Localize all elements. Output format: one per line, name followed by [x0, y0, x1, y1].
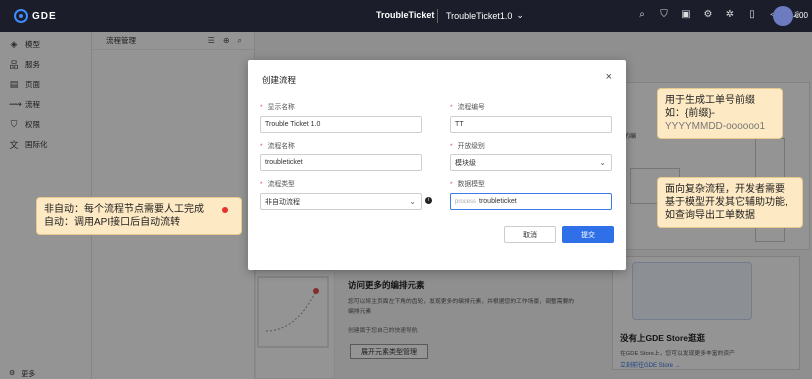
mobile-icon[interactable]: ▯: [746, 9, 758, 21]
data-model-prefix: process: [455, 198, 477, 205]
prefix-callout: 用于生成工单号前缀 如：{前缀}- YYYYMMDD-oooooo1: [657, 88, 783, 139]
info-icon[interactable]: i: [425, 197, 432, 204]
search-icon[interactable]: ⌕: [636, 9, 648, 21]
callout-line: 基于模型开发其它辅助功能,: [665, 197, 788, 208]
process-code-label: * 流程编号: [450, 104, 485, 111]
display-name-label: * 显示名称: [260, 104, 295, 111]
open-level-select[interactable]: 模块级 ⌄: [450, 154, 612, 171]
process-type-select[interactable]: 非自动流程 ⌄: [260, 193, 422, 210]
close-icon[interactable]: ×: [606, 71, 612, 83]
chevron-down-icon: ⌄: [516, 10, 524, 20]
display-name-input[interactable]: Trouble Ticket 1.0: [260, 116, 422, 133]
callout-line: 用于生成工单号前缀: [665, 95, 755, 106]
cancel-button[interactable]: 取消: [504, 226, 556, 243]
callout-line: 如查询导出工单数据: [665, 210, 755, 221]
callout-line: 自动：调用API接口后自动流转: [44, 217, 181, 228]
divider: [437, 9, 438, 23]
callout-line: 面向复杂流程，开发者需要: [665, 184, 785, 195]
callout-line: 如：{前缀}-: [665, 108, 716, 119]
callout-line: YYYYMMDD-oooooo1: [665, 121, 766, 132]
settings-icon[interactable]: ⚙: [702, 9, 714, 21]
gear-icon[interactable]: ✲: [724, 9, 736, 21]
chevron-down-icon: ⌄: [599, 158, 606, 167]
submit-button[interactable]: 提交: [562, 226, 614, 243]
data-model-input[interactable]: process troubleticket: [450, 193, 612, 210]
logo-text: GDE: [32, 10, 57, 22]
user-name[interactable]: c00: [795, 11, 808, 20]
callout-line: 非自动：每个流程节点需要人工完成: [44, 204, 204, 215]
process-code-input[interactable]: TT: [450, 116, 612, 133]
open-level-label: * 开放级别: [450, 143, 485, 150]
logo[interactable]: GDE: [14, 9, 57, 23]
chevron-down-icon: ⌄: [409, 197, 416, 206]
top-bar: GDE TroubleTicket TroubleTicket1.0 ⌄ ⌕ ⛉…: [0, 0, 812, 32]
avatar[interactable]: [773, 6, 793, 26]
process-type-label: * 流程类型: [260, 181, 295, 188]
clipboard-icon[interactable]: ▣: [680, 9, 692, 21]
process-name-input[interactable]: troubleticket: [260, 154, 422, 171]
data-model-label: * 数据模型: [450, 181, 485, 188]
project-title: TroubleTicket1.0: [446, 10, 513, 21]
process-type-callout: 非自动：每个流程节点需要人工完成 自动：调用API接口后自动流转: [36, 197, 242, 235]
shield-icon[interactable]: ⛉: [658, 9, 670, 21]
process-name-label: * 流程名称: [260, 143, 295, 150]
marker-dot: [222, 207, 228, 213]
data-model-callout: 面向复杂流程，开发者需要 基于模型开发其它辅助功能, 如查询导出工单数据: [657, 177, 803, 228]
logo-icon: [14, 9, 28, 23]
app-title[interactable]: TroubleTicket: [376, 10, 434, 20]
dialog-title: 创建流程: [262, 75, 297, 85]
project-selector[interactable]: TroubleTicket1.0 ⌄: [446, 10, 524, 21]
